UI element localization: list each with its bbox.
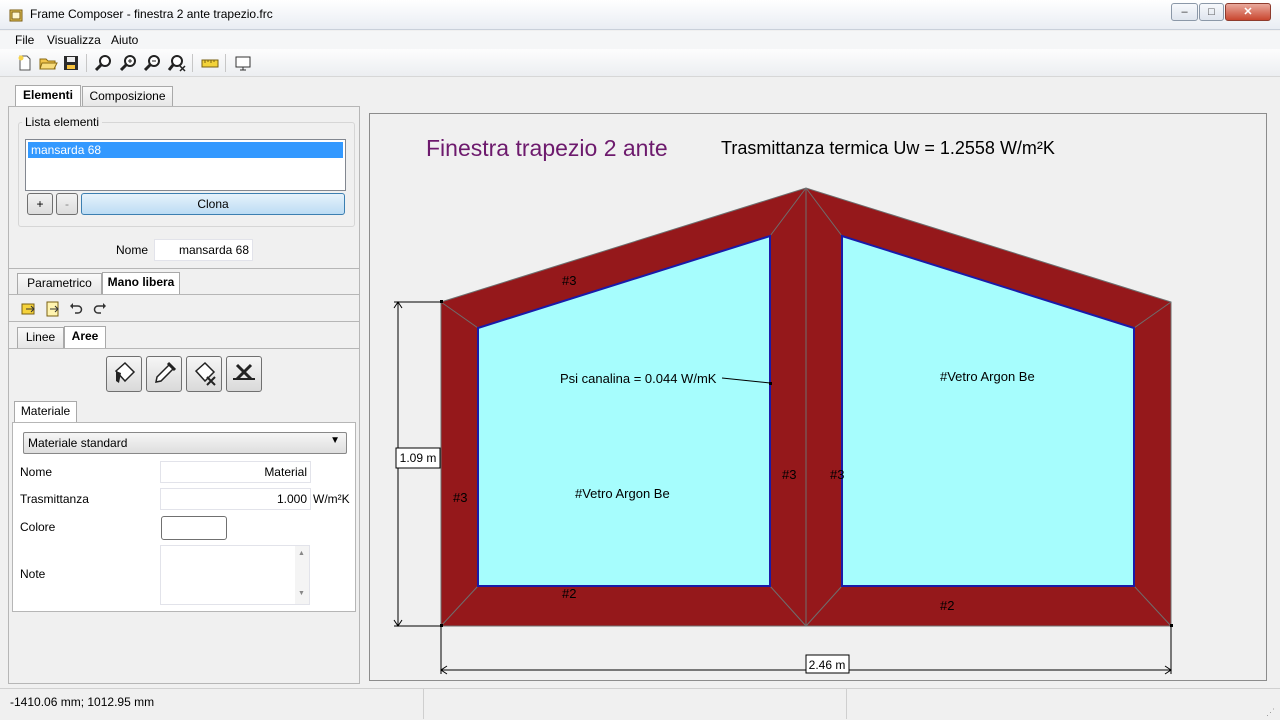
glass-label-left: #Vetro Argon Be: [575, 486, 670, 501]
measure-ruler-icon[interactable]: [200, 53, 220, 73]
note-textarea[interactable]: ▲ ▼: [160, 545, 310, 605]
glass-label-right: #Vetro Argon Be: [940, 369, 1035, 384]
transmittance-unit: W/m²K: [313, 492, 350, 506]
resize-grip-icon[interactable]: ⋰: [1266, 707, 1276, 717]
tab-composizione[interactable]: Composizione: [82, 86, 173, 107]
transmittance-label: Trasmittanza: [20, 492, 89, 506]
frame-label-left: #3: [453, 490, 467, 505]
chevron-down-icon: ▼: [330, 435, 340, 446]
color-picker-button[interactable]: [161, 516, 227, 540]
undo-icon[interactable]: [69, 301, 83, 317]
tab-linee[interactable]: Linee: [17, 327, 64, 348]
redo-icon[interactable]: [93, 301, 107, 317]
transmittance-field[interactable]: 1.000: [160, 488, 311, 510]
maximize-button[interactable]: □: [1199, 3, 1224, 21]
status-bar: -1410.06 mm; 1012.95 mm ⋰: [0, 688, 1280, 720]
close-button[interactable]: ✕: [1225, 3, 1271, 21]
frame-label-mullion-left: #3: [782, 467, 796, 482]
drawing-title: Finestra trapezio 2 ante: [426, 135, 668, 161]
pick-material-button[interactable]: [146, 356, 182, 392]
app-icon: [9, 9, 23, 22]
psi-label: Psi canalina = 0.044 W/mK: [560, 371, 717, 386]
paint-bucket-edit-icon: [194, 361, 216, 386]
frame-label-bottom-left: #2: [562, 586, 576, 601]
material-dropdown[interactable]: Materiale standard ▼: [23, 432, 347, 454]
paint-bucket-icon: [114, 361, 136, 383]
material-dropdown-value: Materiale standard: [28, 436, 128, 450]
element-name-field[interactable]: mansarda 68: [154, 239, 253, 261]
tab-materiale[interactable]: Materiale: [14, 401, 77, 423]
drawing-canvas[interactable]: Finestra trapezio 2 ante Trasmittanza te…: [369, 113, 1267, 681]
tab-mano-libera[interactable]: Mano libera: [102, 272, 180, 294]
tab-parametrico[interactable]: Parametrico: [17, 273, 102, 294]
fill-area-button[interactable]: [106, 356, 142, 392]
elements-list[interactable]: mansarda 68: [25, 139, 346, 191]
delete-area-icon: [233, 363, 255, 381]
uw-value: Trasmittanza termica Uw = 1.2558 W/m²K: [721, 138, 1055, 158]
material-name-field[interactable]: Material: [160, 461, 311, 483]
title-bar: Frame Composer - finestra 2 ante trapezi…: [0, 0, 1280, 30]
cursor-coordinates: -1410.06 mm; 1012.95 mm: [10, 695, 155, 709]
note-scrollbar[interactable]: ▲ ▼: [295, 546, 309, 604]
menu-file[interactable]: File: [15, 33, 34, 47]
screen-icon[interactable]: [233, 53, 253, 73]
elements-group-label: Lista elementi: [22, 115, 103, 129]
window-title: Frame Composer - finestra 2 ante trapezi…: [30, 7, 273, 21]
color-label: Colore: [20, 520, 56, 534]
name-label: Nome: [116, 243, 149, 257]
eyedropper-icon: [155, 361, 177, 383]
zoom-fit-icon[interactable]: [94, 53, 114, 73]
add-button[interactable]: +: [27, 193, 53, 215]
export-icon[interactable]: [45, 301, 61, 317]
tab-elementi[interactable]: Elementi: [15, 85, 81, 107]
material-name-label: Nome: [20, 465, 53, 479]
zoom-in-icon[interactable]: [119, 53, 139, 73]
list-item[interactable]: mansarda 68: [28, 142, 343, 158]
clone-button[interactable]: Clona: [81, 193, 345, 215]
open-folder-icon[interactable]: [38, 53, 58, 73]
height-dimension-label: 1.09 m: [400, 451, 437, 465]
width-dimension-label: 2.46 m: [809, 658, 846, 672]
drawing-svg[interactable]: Finestra trapezio 2 ante Trasmittanza te…: [370, 114, 1268, 682]
menu-bar: File Visualizza Aiuto: [0, 31, 1280, 49]
menu-visualizza[interactable]: Visualizza: [47, 33, 101, 47]
remove-button[interactable]: -: [56, 193, 78, 215]
note-label: Note: [20, 567, 46, 581]
scroll-down-icon[interactable]: ▼: [298, 590, 305, 597]
zoom-out-icon[interactable]: [143, 53, 163, 73]
delete-area-button[interactable]: [226, 356, 262, 392]
left-panel: Lista elementi mansarda 68 + - Clona Nom…: [8, 106, 360, 684]
minimize-button[interactable]: –: [1171, 3, 1198, 21]
edit-area-button[interactable]: [186, 356, 222, 392]
frame-label-top-left: #3: [562, 273, 576, 288]
toolbar: [0, 49, 1280, 77]
save-icon[interactable]: [61, 53, 81, 73]
scroll-up-icon[interactable]: ▲: [298, 550, 305, 557]
frame-label-bottom-right: #2: [940, 598, 954, 613]
new-file-icon[interactable]: [15, 53, 35, 73]
menu-aiuto[interactable]: Aiuto: [111, 33, 138, 47]
zoom-reset-icon[interactable]: [167, 53, 187, 73]
import-icon[interactable]: [21, 301, 37, 317]
frame-label-mullion-right: #3: [830, 467, 844, 482]
tab-aree[interactable]: Aree: [64, 326, 106, 348]
